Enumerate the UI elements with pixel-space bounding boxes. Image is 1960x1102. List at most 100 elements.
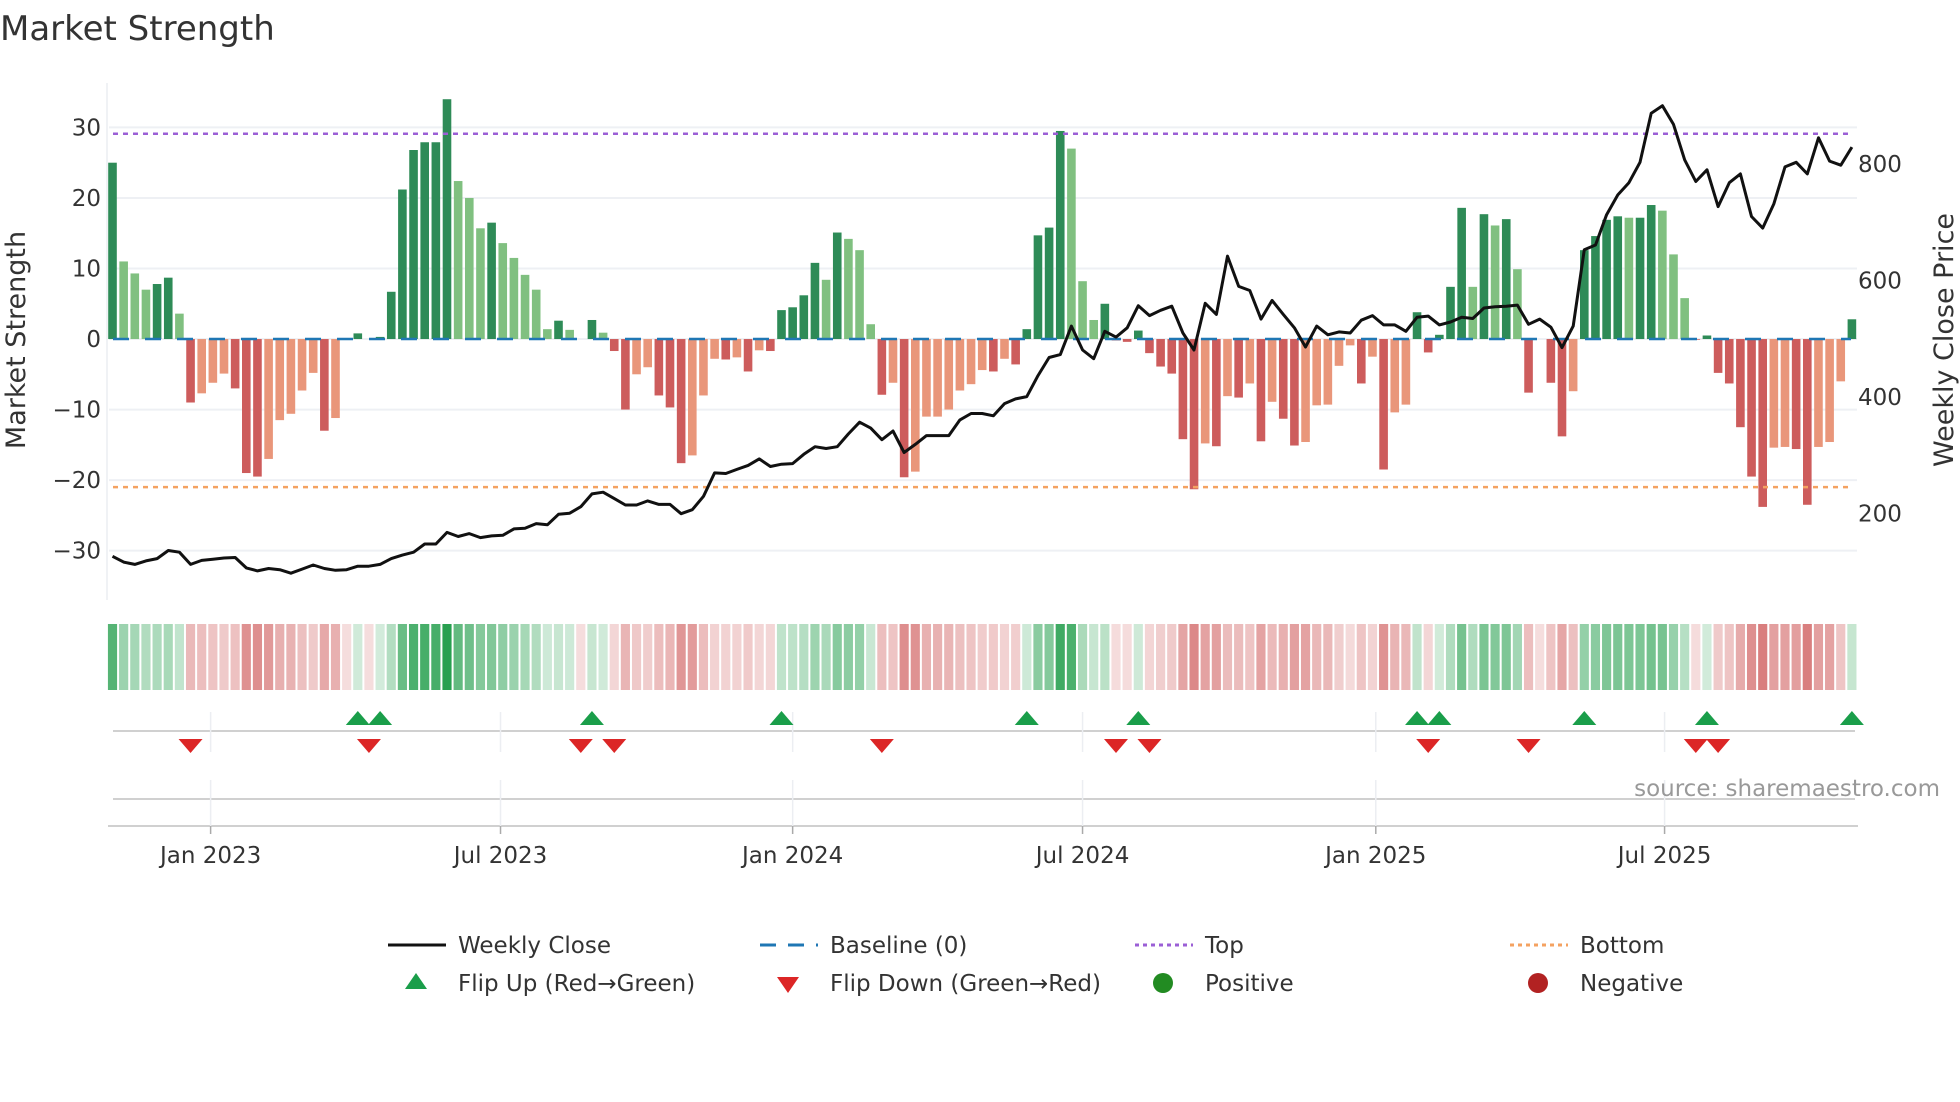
negative-bar xyxy=(286,339,296,414)
heatmap-cell xyxy=(330,624,341,690)
heatmap-cell xyxy=(498,624,508,690)
heatmap-cell xyxy=(163,624,173,690)
heatmap-cell xyxy=(1278,624,1288,690)
positive-bar xyxy=(1022,329,1032,340)
negative-bar xyxy=(230,339,240,389)
negative-bar xyxy=(966,339,976,385)
positive-bar xyxy=(554,320,563,340)
heatmap-cell xyxy=(1390,624,1400,690)
negative-bar xyxy=(1814,339,1823,447)
heatmap-cell xyxy=(375,624,385,690)
heatmap-cell xyxy=(152,624,162,690)
heatmap-cell xyxy=(1546,624,1556,690)
heatmap-cell xyxy=(297,624,307,690)
negative-bar xyxy=(933,339,942,417)
heatmap-cell xyxy=(732,624,742,690)
heatmap-cell xyxy=(1825,624,1835,690)
heatmap-cell xyxy=(1724,624,1734,690)
heatmap-cell xyxy=(921,624,932,690)
heatmap-cell xyxy=(1512,624,1522,690)
heatmap-cell xyxy=(1033,624,1043,690)
negative-bar xyxy=(308,339,318,373)
negative-bar xyxy=(1301,339,1310,443)
heatmap-cell xyxy=(1568,624,1578,690)
heatmap-cell xyxy=(1167,624,1177,690)
negative-bar xyxy=(1212,339,1221,447)
heatmap-cell xyxy=(141,624,151,690)
flip-down-marker xyxy=(568,739,593,753)
positive-bar xyxy=(1501,219,1511,340)
heatmap-cell xyxy=(1691,624,1701,690)
flip-down-marker xyxy=(602,739,627,753)
heatmap-cell xyxy=(475,624,486,690)
heatmap-cell xyxy=(765,624,775,690)
positive-bar xyxy=(498,243,508,340)
negative-bar xyxy=(721,339,731,360)
negative-bar xyxy=(1178,339,1188,440)
positive-bar xyxy=(398,189,407,340)
flip-up-marker xyxy=(769,711,794,725)
heatmap-cell xyxy=(308,624,318,690)
positive-bar xyxy=(476,228,485,340)
y2-tick-label: 400 xyxy=(1858,385,1902,411)
heatmap-cell xyxy=(832,624,842,690)
heatmap-cell xyxy=(553,624,564,690)
heatmap-cell xyxy=(1345,624,1355,690)
heatmap-cell xyxy=(888,624,898,690)
positive-bar xyxy=(788,307,797,340)
legend-item: Top xyxy=(1135,933,1244,959)
flip-down-marker xyxy=(1137,739,1162,753)
negative-bar xyxy=(1189,339,1199,490)
negative-bar xyxy=(911,339,920,472)
heatmap-cell xyxy=(1111,624,1121,690)
heatmap-cell xyxy=(1468,624,1478,690)
negative-bar xyxy=(1713,339,1723,373)
positive-bar xyxy=(1591,236,1600,340)
heatmap-cell xyxy=(743,624,753,690)
negative-bar xyxy=(1423,339,1433,353)
heatmap-cell xyxy=(174,624,184,690)
heatmap-cell xyxy=(1133,624,1143,690)
negative-bar xyxy=(1524,339,1533,393)
heatmap-cell xyxy=(1680,624,1690,690)
heatmap-cell xyxy=(1144,624,1155,690)
heatmap-cell xyxy=(520,624,530,690)
y-tick-label: 10 xyxy=(72,256,101,282)
heatmap-cell xyxy=(342,624,352,690)
positive-bar xyxy=(1602,219,1611,340)
heatmap-cell xyxy=(821,624,831,690)
heatmap-cell xyxy=(1066,624,1076,690)
heatmap-cell xyxy=(933,624,943,690)
heatmap-cell xyxy=(420,624,430,690)
heatmap-cell xyxy=(453,624,463,690)
x-tick-label: Jan 2025 xyxy=(1323,843,1426,869)
y-axis-label: Market Strength xyxy=(1,231,32,449)
flip-down-marker xyxy=(1706,739,1731,753)
y-tick-label: 20 xyxy=(72,186,101,212)
heatmap-cell xyxy=(1200,624,1210,690)
positive-bar xyxy=(163,277,173,340)
negative-bar xyxy=(665,339,675,408)
y2-tick-label: 800 xyxy=(1858,152,1902,178)
heatmap-cell xyxy=(275,624,285,690)
negative-bar xyxy=(621,339,630,410)
heatmap-cell xyxy=(107,624,118,690)
positive-bar xyxy=(141,289,151,340)
negative-bar xyxy=(743,339,753,372)
heatmap-cell xyxy=(1367,624,1378,690)
heatmap-cell xyxy=(1746,624,1757,690)
legend-label: Negative xyxy=(1580,971,1683,997)
source-credit: source: sharemaestro.com xyxy=(1634,776,1940,802)
heatmap-cell xyxy=(397,624,407,690)
negative-bar xyxy=(1825,339,1834,443)
negative-bar xyxy=(253,339,262,477)
positive-bar xyxy=(543,329,552,340)
circle-icon xyxy=(1153,973,1173,993)
legend-item: Positive xyxy=(1153,971,1294,997)
flip-down-marker xyxy=(1516,739,1541,753)
heatmap-cell xyxy=(620,624,630,690)
negative-bar xyxy=(1200,339,1210,444)
positive-bar xyxy=(1669,254,1678,340)
legend-item: Bottom xyxy=(1510,933,1664,959)
heatmap-cell xyxy=(1256,624,1266,690)
